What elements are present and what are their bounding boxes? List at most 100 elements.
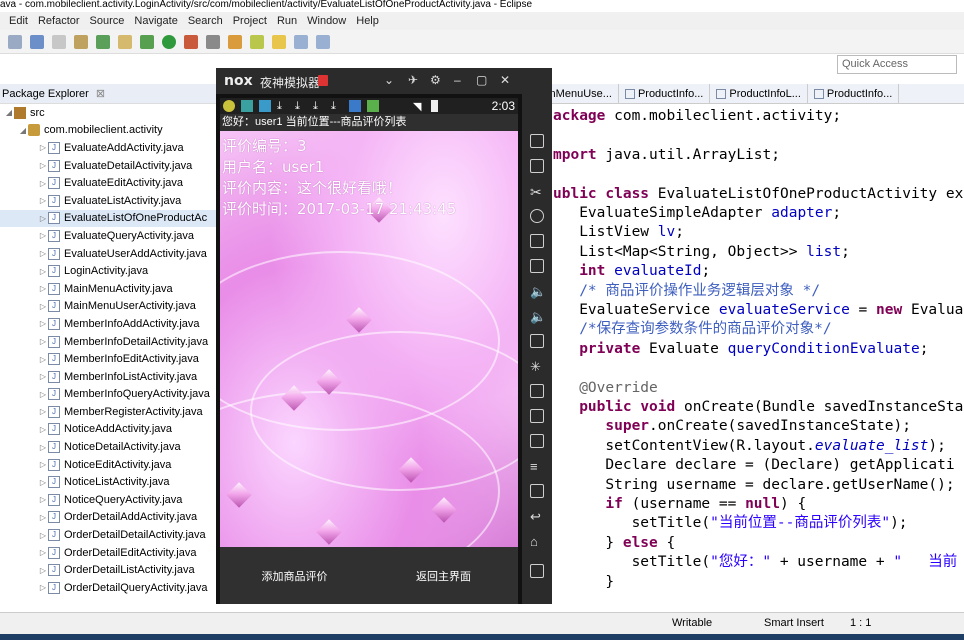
close-icon[interactable]: ⊠ — [96, 88, 105, 100]
multi-instance-icon[interactable] — [530, 384, 544, 398]
expand-icon[interactable]: ▷ — [38, 302, 48, 311]
tree-file-item[interactable]: ▷ J MemberInfoQueryActivity.java — [0, 386, 219, 404]
tree-file-item[interactable]: ▷ J EvaluateEditActivity.java — [0, 174, 219, 192]
tree-file-item[interactable]: ▷ J LoginActivity.java — [0, 262, 219, 280]
back-to-main-button[interactable]: 返回主界面 — [369, 568, 518, 584]
install-apk-icon[interactable] — [530, 334, 544, 348]
menu-help[interactable]: Help — [356, 15, 379, 27]
quick-access-input[interactable]: Quick Access — [837, 55, 957, 74]
code-editor[interactable]: ackage com.mobileclient.activity; mport j… — [550, 104, 964, 598]
expand-icon[interactable]: ▷ — [38, 460, 48, 469]
tree-file-item[interactable]: ▷ J OrderDetailAddActivity.java — [0, 509, 219, 527]
expand-icon[interactable]: ▷ — [38, 284, 48, 293]
tree-package[interactable]: ◢ com.mobileclient.activity — [0, 122, 219, 140]
add-evaluate-button[interactable]: 添加商品评价 — [220, 568, 369, 584]
save-all-icon[interactable] — [52, 34, 66, 49]
tree-file-item[interactable]: ▷ J NoticeListActivity.java — [0, 473, 219, 491]
menu-project[interactable]: Project — [233, 15, 267, 27]
tree-file-item[interactable]: ▷ J OrderDetailDetailActivity.java — [0, 526, 219, 544]
expand-icon[interactable]: ▷ — [38, 267, 48, 276]
search-icon[interactable] — [206, 34, 220, 49]
highlight-icon[interactable] — [272, 34, 286, 49]
tree-file-item[interactable]: ▷ J NoticeQueryActivity.java — [0, 491, 219, 509]
location-icon[interactable] — [530, 209, 544, 223]
menu-edit[interactable]: Edit — [9, 15, 28, 27]
tree-src[interactable]: ◢ src — [0, 104, 219, 122]
expand-icon[interactable]: ▷ — [38, 231, 48, 240]
open-type-icon[interactable] — [118, 34, 132, 49]
menu-window[interactable]: Window — [307, 15, 346, 27]
menu-search[interactable]: Search — [188, 15, 223, 27]
menu-refactor[interactable]: Refactor — [38, 15, 80, 27]
expand-icon[interactable]: ▷ — [38, 249, 48, 258]
tree-file-item[interactable]: ▷ J MainMenuUserActivity.java — [0, 298, 219, 316]
macro-icon[interactable] — [530, 409, 544, 423]
tree-file-item[interactable]: ▷ J NoticeAddActivity.java — [0, 421, 219, 439]
expand-icon[interactable]: ▷ — [38, 548, 48, 557]
shake-icon[interactable]: ✳ — [530, 359, 544, 374]
expand-icon[interactable]: ▷ — [38, 214, 48, 223]
run-icon[interactable] — [162, 34, 176, 49]
maximize-icon[interactable]: ▢ — [476, 73, 487, 87]
build-icon[interactable] — [96, 34, 110, 49]
expand-icon[interactable]: ▷ — [38, 495, 48, 504]
editor-tab[interactable]: ProductInfo... — [619, 83, 711, 104]
open-folder-icon[interactable] — [228, 34, 242, 49]
expand-icon[interactable]: ▷ — [38, 583, 48, 592]
tree-file-item[interactable]: ▷ J NoticeEditActivity.java — [0, 456, 219, 474]
expand-icon[interactable]: ▷ — [38, 513, 48, 522]
expand-icon[interactable]: ▷ — [38, 196, 48, 205]
tree-file-item[interactable]: ▷ J EvaluateDetailActivity.java — [0, 157, 219, 175]
expand-icon[interactable]: ▷ — [38, 372, 48, 381]
minimize-icon[interactable]: – — [454, 73, 461, 87]
tree-file-item[interactable]: ▷ J MainMenuActivity.java — [0, 280, 219, 298]
tree-file-item[interactable]: ▷ J MemberInfoDetailActivity.java — [0, 333, 219, 351]
menu-icon[interactable]: ≡ — [530, 459, 544, 474]
expand-icon[interactable]: ▷ — [38, 337, 48, 346]
tree-file-item[interactable]: ▷ J OrderDetailListActivity.java — [0, 561, 219, 579]
editor-tab[interactable]: ProductInfo... — [808, 83, 900, 104]
tree-file-item[interactable]: ▷ J OrderDetailEditActivity.java — [0, 544, 219, 562]
tree-file-item[interactable]: ▷ J MemberInfoEditActivity.java — [0, 350, 219, 368]
screenshot-icon[interactable] — [530, 134, 544, 148]
debug-icon[interactable] — [140, 34, 154, 49]
print-icon[interactable] — [74, 34, 88, 49]
tree-file-item[interactable]: ▷ J MemberInfoAddActivity.java — [0, 315, 219, 333]
back-icon[interactable]: ↩ — [530, 509, 544, 524]
android-icon[interactable] — [530, 159, 544, 173]
expand-icon[interactable]: ▷ — [38, 407, 48, 416]
shared-folder-icon[interactable] — [530, 484, 544, 498]
pin-icon[interactable]: ✈ — [408, 73, 418, 87]
tree-file-item[interactable]: ▷ J EvaluateQueryActivity.java — [0, 227, 219, 245]
tree-file-item[interactable]: ▷ J EvaluateUserAddActivity.java — [0, 245, 219, 263]
save-icon[interactable] — [30, 34, 44, 49]
expand-icon[interactable]: ▷ — [38, 425, 48, 434]
recent-apps-icon[interactable] — [530, 564, 544, 578]
expand-icon[interactable]: ◢ — [4, 108, 14, 117]
expand-icon[interactable]: ▷ — [38, 319, 48, 328]
expand-icon[interactable]: ▷ — [38, 390, 48, 399]
gear-icon[interactable]: ⚙ — [430, 73, 441, 87]
home-icon[interactable]: ⌂ — [530, 534, 544, 549]
package-explorer-title[interactable]: Package Explorer — [2, 88, 89, 100]
fullscreen-icon[interactable] — [530, 259, 544, 273]
chevron-down-icon[interactable]: ⌄ — [384, 73, 394, 87]
tree-file-item[interactable]: ▷ J EvaluateAddActivity.java — [0, 139, 219, 157]
navigate-forward-icon[interactable] — [316, 34, 330, 49]
tree-file-item[interactable]: ▷ J MemberInfoListActivity.java — [0, 368, 219, 386]
volume-down-icon[interactable]: 🔈 — [530, 309, 546, 324]
editor-tab[interactable]: ProductInfoL... — [710, 83, 808, 104]
expand-icon[interactable]: ▷ — [38, 355, 48, 364]
expand-icon[interactable]: ▷ — [38, 531, 48, 540]
tree-file-item[interactable]: ▷ J MemberRegisterActivity.java — [0, 403, 219, 421]
expand-icon[interactable]: ▷ — [38, 443, 48, 452]
expand-icon[interactable]: ▷ — [38, 566, 48, 575]
expand-icon[interactable]: ▷ — [38, 161, 48, 170]
volume-up-icon[interactable]: 🔈 — [530, 284, 546, 299]
record-icon[interactable] — [530, 434, 544, 448]
expand-icon[interactable]: ▷ — [38, 143, 48, 152]
menu-navigate[interactable]: Navigate — [134, 15, 177, 27]
alert-icon[interactable] — [318, 75, 328, 86]
menu-run[interactable]: Run — [277, 15, 297, 27]
close-icon[interactable]: ✕ — [500, 73, 510, 87]
